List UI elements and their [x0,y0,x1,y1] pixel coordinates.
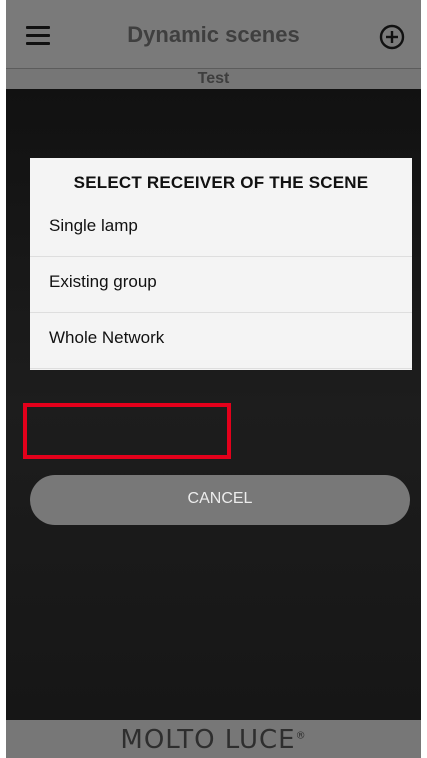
page-title: Dynamic scenes [127,22,300,47]
scene-name-bar: Test [6,68,421,89]
option-whole-network[interactable]: Whole Network [30,312,412,369]
footer: MOLTO LUCE® [6,720,421,758]
add-scene-button[interactable] [379,24,405,50]
app-header: Dynamic scenes [6,0,421,68]
circle-plus-icon [379,24,405,50]
dialog-title: SELECT RECEIVER OF THE SCENE [73,173,369,192]
cancel-label: CANCEL [187,490,253,507]
receiver-dialog: SELECT RECEIVER OF THE SCENE Single lamp… [30,158,412,370]
option-label: Single lamp [49,216,138,235]
app-screen: Dynamic scenes Test SELECT RECEIVER OF T… [6,0,421,758]
scene-name: Test [197,70,230,87]
menu-button[interactable] [20,22,60,52]
option-single-lamp[interactable]: Single lamp [30,200,412,257]
option-existing-group[interactable]: Existing group [30,256,412,313]
option-label: Existing group [49,272,157,291]
cancel-button[interactable]: CANCEL [30,475,410,525]
option-label: Whole Network [49,328,165,347]
brand-logo: MOLTO LUCE® [120,725,307,755]
